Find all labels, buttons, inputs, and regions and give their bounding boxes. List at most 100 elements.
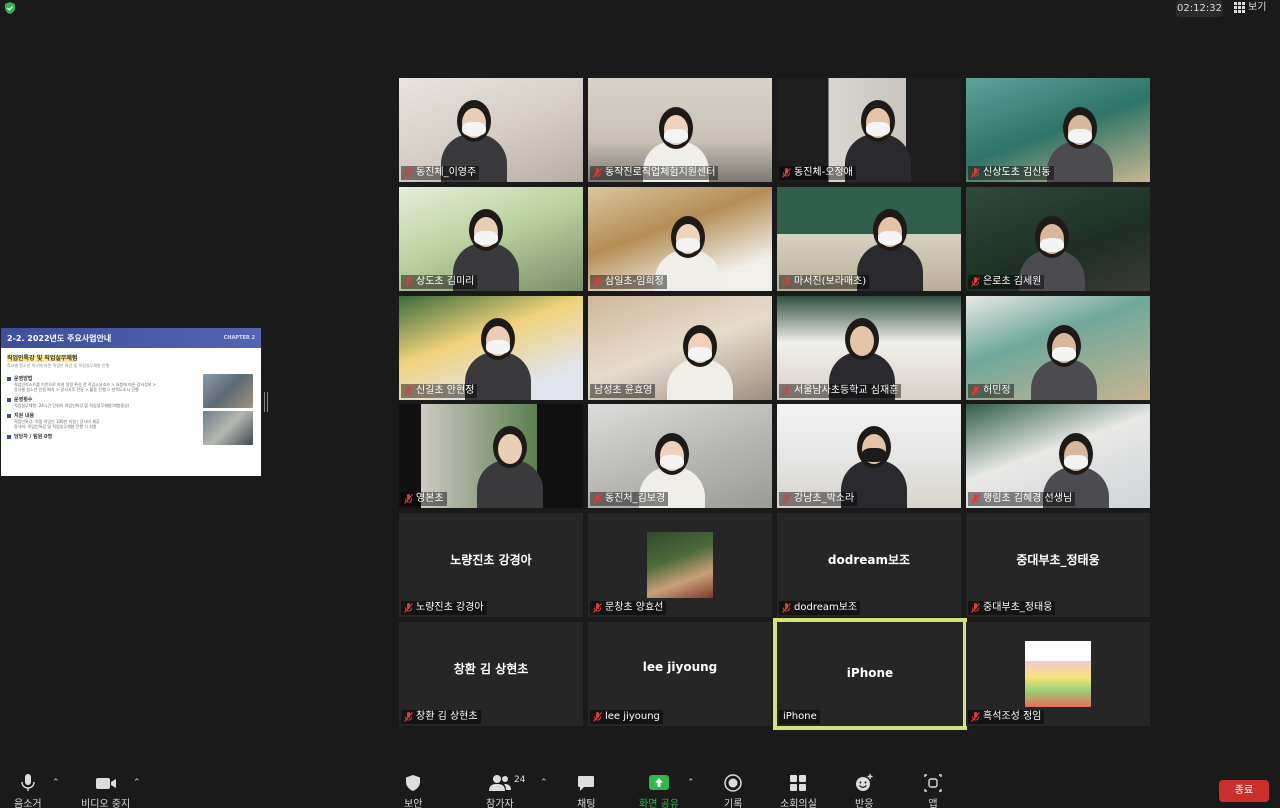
participant-avatar	[1025, 641, 1091, 707]
muted-microphone-icon	[971, 494, 980, 504]
participant-tile[interactable]: 문창초 양효선	[588, 513, 772, 617]
participant-tile[interactable]: 강남초_박소라	[777, 404, 961, 508]
reactions-label: 반응	[855, 799, 874, 808]
breakout-rooms-button[interactable]: 소회의실	[780, 774, 817, 808]
audio-options-caret-icon[interactable]: ⌃	[52, 778, 60, 788]
muted-microphone-icon	[404, 386, 413, 396]
participant-tile[interactable]: 마서진(보라매초)	[777, 187, 961, 291]
muted-microphone-icon	[971, 712, 980, 722]
slide-text: 강사비: 직업인특강 및 직업실무체험 진행 시 지원	[14, 424, 97, 429]
video-options-caret-icon[interactable]: ⌃	[133, 778, 141, 788]
participant-tile[interactable]: 행림초 김혜경 선생님	[966, 404, 1150, 508]
participant-tile[interactable]: lee jiyoung lee jiyoung	[588, 622, 772, 726]
muted-microphone-icon	[782, 386, 791, 396]
participant-name-label: lee jiyoung	[590, 710, 663, 724]
slide-chapter: CHAPTER 2	[223, 335, 255, 341]
participant-tile[interactable]: 신상도초 김신동	[966, 78, 1150, 182]
muted-microphone-icon	[971, 386, 980, 396]
participant-display-name: dodream보조	[827, 553, 911, 567]
participant-name: 창환 김 상현초	[416, 711, 478, 722]
participant-name: 마서진(보라매초)	[794, 276, 867, 287]
participant-tile[interactable]: iPhone iPhone	[773, 618, 967, 730]
meeting-timer: 02:12:32	[1176, 0, 1223, 17]
participant-tile[interactable]: 허민정	[966, 296, 1150, 400]
participant-name: 동진체_이영주	[416, 167, 477, 178]
participant-tile[interactable]: 흑석조성 정임	[966, 622, 1150, 726]
participant-name-label: 동진처_김보경	[590, 492, 669, 506]
end-meeting-button[interactable]: 종료	[1219, 780, 1269, 802]
split-view-drag-handle[interactable]	[264, 392, 268, 412]
muted-microphone-icon	[782, 603, 791, 613]
participant-name-label: 노량진초 강경아	[401, 601, 487, 615]
participant-name-label: 흑석조성 정임	[968, 710, 1045, 724]
apps-button[interactable]: 앱	[924, 774, 942, 808]
muted-microphone-icon	[404, 712, 413, 722]
slide-photo	[203, 411, 253, 445]
participants-options-caret-icon[interactable]: ⌃	[540, 778, 548, 788]
participant-tile[interactable]: 동진체_이영주	[399, 78, 583, 182]
participant-name: 중대부초_정태웅	[983, 602, 1053, 613]
muted-microphone-icon	[593, 712, 602, 722]
participant-display-name: iPhone	[846, 666, 894, 680]
participants-button[interactable]: 참가자	[486, 774, 514, 808]
security-label: 보안	[404, 799, 423, 808]
participant-name: 상도초 김미리	[416, 276, 475, 287]
participant-tile[interactable]: 영본초	[399, 404, 583, 508]
participant-tile[interactable]: 삼일초-임희정	[588, 187, 772, 291]
slide-photo	[203, 374, 253, 408]
slide-photos	[203, 371, 255, 445]
mute-button[interactable]: 음소거	[14, 774, 42, 808]
participant-name: 남성초 윤효영	[594, 385, 653, 396]
apps-icon	[924, 774, 942, 792]
view-button[interactable]: 보기	[1234, 0, 1276, 15]
participant-tile[interactable]: 창환 김 상현초 창환 김 상현초	[399, 622, 583, 726]
participant-tile[interactable]: 서울남사초등학교 심재훈	[777, 296, 961, 400]
participant-name-label: 신길초 안현정	[401, 384, 478, 398]
participant-name-label: 마서진(보라매초)	[779, 275, 870, 289]
participant-name: 행림초 김혜경 선생님	[983, 493, 1073, 504]
chat-button[interactable]: 채팅	[577, 774, 595, 808]
reactions-button[interactable]: 반응	[855, 774, 873, 808]
share-options-caret-icon[interactable]: ⌃	[687, 778, 695, 788]
participant-tile[interactable]: 신길초 안현정	[399, 296, 583, 400]
shield-icon	[406, 775, 421, 791]
slide-text: 강사별 청소년 인원 배치 > 강사사후 전달 > 활동 진행 > 만족도조사 …	[14, 387, 139, 392]
participant-tile[interactable]: dodream보조 dodream보조	[777, 513, 961, 617]
participant-name-label: iPhone	[779, 710, 820, 724]
shared-screen[interactable]: 2-2. 2022년도 주요사업안내 CHAPTER 2 직업인특강 및 직업실…	[1, 328, 261, 476]
participant-tile[interactable]: 중대부초_정태웅 중대부초_정태웅	[966, 513, 1150, 617]
participant-name: 강남초_박소라	[794, 493, 855, 504]
participant-tile[interactable]: 은로초 김세원	[966, 187, 1150, 291]
muted-microphone-icon	[593, 603, 602, 613]
participant-tile[interactable]: 동진처_김보경	[588, 404, 772, 508]
slide-section-title: 담당자 / 팀원 0명	[7, 433, 203, 440]
participant-tile[interactable]: 상도초 김미리	[399, 187, 583, 291]
participant-name-label: 동작진로직업체험지원센터	[590, 166, 719, 180]
chat-label: 채팅	[577, 799, 596, 808]
muted-microphone-icon	[593, 277, 602, 287]
participant-avatar	[647, 532, 713, 598]
participant-name-label: 창환 김 상현초	[401, 710, 481, 724]
participant-display-name: 창환 김 상현초	[453, 662, 529, 676]
stop-video-button[interactable]: 비디오 중지	[81, 774, 130, 808]
participant-name: iPhone	[783, 711, 817, 722]
participant-name: 신상도초 김신동	[983, 167, 1051, 178]
share-screen-button[interactable]: 화면 공유	[639, 774, 679, 808]
record-label: 기록	[724, 799, 743, 808]
participant-name: 동진처_김보경	[605, 493, 666, 504]
participant-tile[interactable]: 동작진로직업체험지원센터	[588, 78, 772, 182]
slide-note: 학교별 청소년 욕구에 따른 직업인 특강 및 직업실무체험 진행	[7, 363, 110, 368]
security-shield-icon[interactable]	[4, 2, 16, 14]
record-button[interactable]: 기록	[724, 774, 742, 808]
participant-name-label: 상도초 김미리	[401, 275, 478, 289]
muted-microphone-icon	[971, 168, 980, 178]
slide-section-title: 지원 내용	[7, 412, 203, 419]
participant-tile[interactable]: 동진체-오정애	[777, 78, 961, 182]
participant-tile[interactable]: 남성초 윤효영	[588, 296, 772, 400]
participant-name-label: 문창초 양효선	[590, 601, 667, 615]
participant-tile[interactable]: 노량진초 강경아 노량진초 강경아	[399, 513, 583, 617]
security-button[interactable]: 보안	[404, 774, 422, 808]
participant-name: 삼일초-임희정	[605, 276, 664, 287]
muted-microphone-icon	[404, 603, 413, 613]
smiley-plus-icon	[856, 774, 873, 791]
